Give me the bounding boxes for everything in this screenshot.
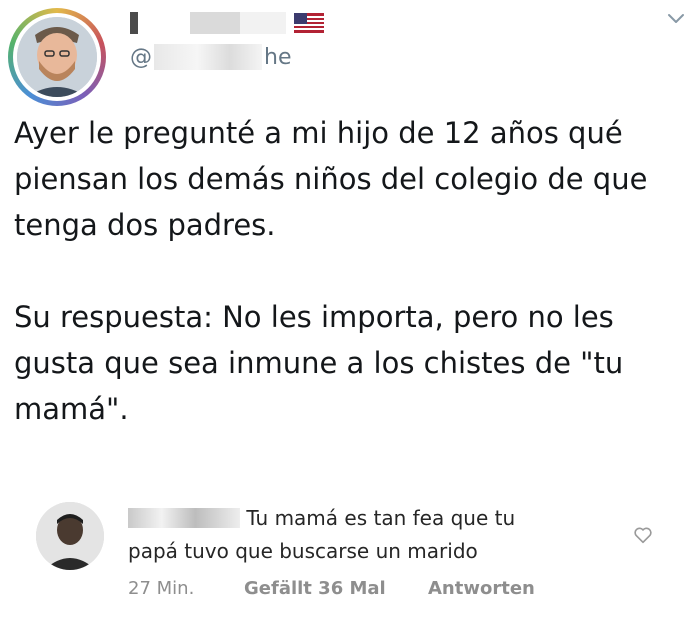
tweet-paragraph: Su respuesta: No les importa, pero no le… <box>14 300 624 426</box>
comment-meta: 27 Min. Gefällt 36 Mal Antworten <box>128 578 535 599</box>
commenter-avatar-image <box>36 502 104 570</box>
redacted-display-name <box>130 12 286 34</box>
comment-likes[interactable]: Gefällt 36 Mal <box>244 578 428 599</box>
us-flag-icon <box>294 13 324 33</box>
tweet-paragraph: Ayer le pregunté a mi hijo de 12 años qu… <box>14 116 648 242</box>
handle-suffix: he <box>264 44 292 70</box>
author-avatar[interactable] <box>8 8 106 106</box>
author-avatar-photo <box>17 17 97 97</box>
chevron-down-icon[interactable] <box>666 8 686 28</box>
tweet-text: Ayer le pregunté a mi hijo de 12 años qu… <box>14 110 686 432</box>
author-avatar-image <box>17 17 97 97</box>
redacted-commenter-name <box>128 508 240 528</box>
reply-button[interactable]: Antworten <box>428 578 535 599</box>
redacted-handle <box>154 44 262 70</box>
heart-icon[interactable] <box>632 524 654 546</box>
handle-prefix: @ <box>130 44 152 70</box>
author-handle[interactable]: @ he <box>130 44 291 70</box>
author-display-name[interactable] <box>130 6 324 40</box>
comment-body: Tu mamá es tan fea que tu papá tuvo que … <box>128 502 568 568</box>
comment-time: 27 Min. <box>128 578 195 599</box>
commenter-avatar[interactable] <box>36 502 104 570</box>
